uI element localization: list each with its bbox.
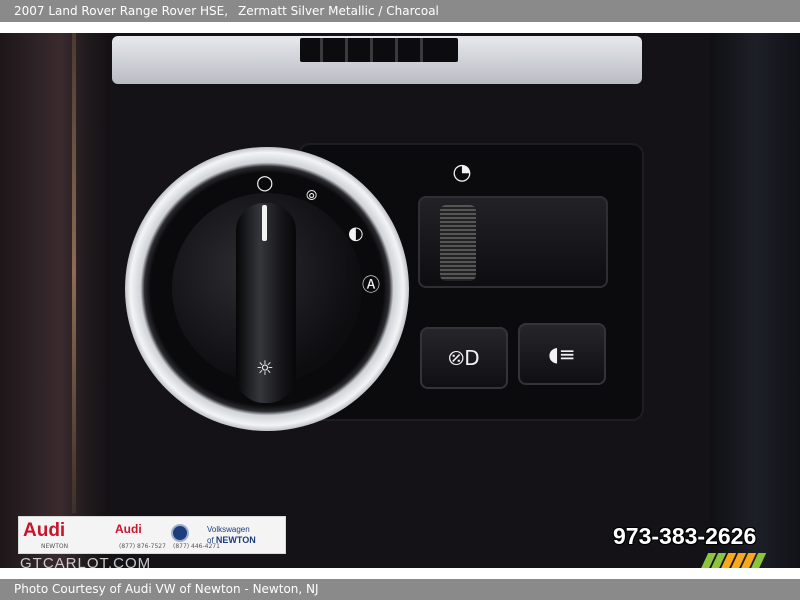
audi-logo-text: Audi bbox=[23, 520, 66, 541]
vw-newton-text: Volkswagen of NEWTON bbox=[207, 525, 256, 546]
dimmer-icon: ☼ bbox=[256, 356, 274, 380]
parking-light-icon: ⦾ bbox=[306, 188, 318, 204]
photo-credit-bar: Photo Courtesy of Audi VW of Newton - Ne… bbox=[0, 579, 800, 600]
vw-line2: NEWTON bbox=[215, 535, 256, 545]
front-fog-icon: ⦼D bbox=[448, 346, 480, 370]
rear-fog-icon: ◖≡ bbox=[548, 342, 576, 366]
air-vent bbox=[300, 38, 458, 62]
watermark: GTCARLOT.COM bbox=[20, 555, 152, 568]
instrument-illumination-icon: ◔ bbox=[452, 160, 472, 185]
vw-line1: Volkswagen bbox=[207, 525, 250, 534]
dealer-logo-banner: Audi NEWTON Audi (877) 876-7527 (877) 44… bbox=[18, 516, 286, 554]
vw-line2-prefix: of bbox=[207, 536, 214, 545]
front-fog-light-button: ⦼D bbox=[420, 327, 508, 389]
vw-logo-icon bbox=[171, 524, 189, 542]
audi-newton-text: NEWTON bbox=[41, 543, 69, 550]
photo-credit: Photo Courtesy of Audi VW of Newton - Ne… bbox=[14, 582, 319, 596]
off-icon: ○ bbox=[256, 170, 274, 194]
wood-trim bbox=[0, 33, 110, 568]
knob-indicator-mark bbox=[262, 205, 267, 241]
brand-stripes bbox=[699, 553, 770, 568]
rear-fog-light-button: ◖≡ bbox=[518, 323, 606, 385]
phone-overlay: 973-383-2626 bbox=[613, 523, 757, 549]
audi-small-logo-text: Audi bbox=[115, 522, 142, 536]
vehicle-color: Zermatt Silver Metallic / Charcoal bbox=[238, 4, 439, 18]
title-bar: 2007 Land Rover Range Rover HSE, Zermatt … bbox=[0, 0, 800, 22]
audi-phone: (877) 876-7527 bbox=[119, 543, 166, 550]
low-beam-icon: ◐ bbox=[348, 223, 364, 244]
vehicle-title: 2007 Land Rover Range Rover HSE, bbox=[14, 4, 229, 18]
auto-headlight-icon: Ⓐ bbox=[362, 275, 380, 296]
dimmer-thumbwheel bbox=[440, 205, 476, 281]
vehicle-photo: ○ ⦾ ◐ Ⓐ ☼ ◔ ⦼D ◖≡ Audi NEWTON Audi (877)… bbox=[0, 33, 800, 568]
center-console-side bbox=[710, 33, 800, 568]
wood-trim-edge bbox=[72, 33, 76, 513]
